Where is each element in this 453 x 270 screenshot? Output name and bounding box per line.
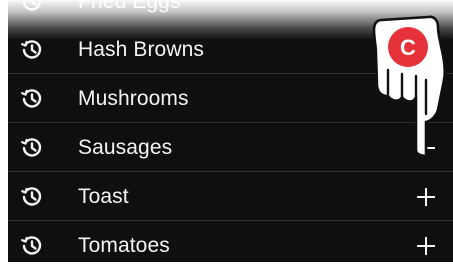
history-icon bbox=[20, 0, 44, 14]
history-icon bbox=[20, 38, 44, 62]
badge-letter: C bbox=[400, 35, 416, 60]
history-icon bbox=[20, 136, 44, 160]
add-icon[interactable] bbox=[415, 235, 437, 257]
add-icon[interactable] bbox=[415, 186, 437, 208]
list-item-label: Toast bbox=[78, 185, 129, 208]
list-item-tomatoes[interactable]: Tomatoes bbox=[8, 222, 453, 262]
history-icon bbox=[20, 87, 44, 111]
list-item-label: Mushrooms bbox=[78, 87, 189, 110]
history-icon bbox=[20, 234, 44, 258]
list-item-label: Sausages bbox=[78, 136, 173, 159]
list-item-label: Hash Browns bbox=[78, 38, 204, 61]
list-item-label: Tomatoes bbox=[78, 234, 170, 257]
pointing-hand-icon: C bbox=[368, 10, 453, 160]
list-item-label: Fried Eggs bbox=[78, 0, 181, 13]
screen: Fried Eggs Hash Browns Mushrooms Sausage… bbox=[0, 0, 453, 270]
history-icon bbox=[20, 185, 44, 209]
list-item-toast[interactable]: Toast bbox=[8, 173, 453, 221]
